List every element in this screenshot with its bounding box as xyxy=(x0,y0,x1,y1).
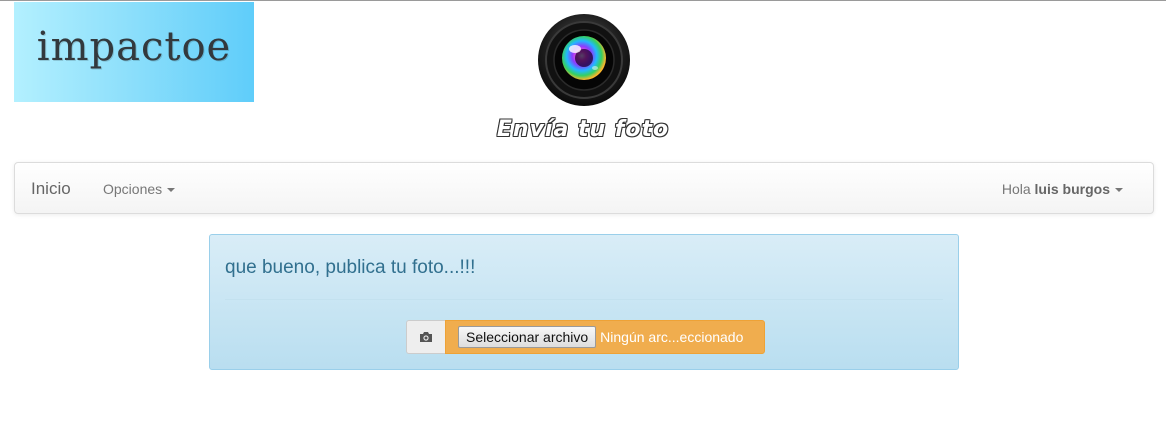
nav-options-label: Opciones xyxy=(103,181,163,197)
logo-text: impactoe xyxy=(36,24,232,70)
top-navbar: Inicio Opciones Hola luis burgos xyxy=(14,162,1154,214)
chevron-down-icon xyxy=(167,188,176,193)
file-upload-group: Seleccionar archivo Ningún arc...ecciona… xyxy=(406,320,765,354)
tagline: Envía tu foto xyxy=(496,117,670,142)
nav-options-dropdown[interactable]: Opciones xyxy=(103,181,176,197)
file-status-text: Ningún arc...eccionado xyxy=(600,329,744,345)
divider xyxy=(225,299,943,300)
upload-panel: que bueno, publica tu foto...!!! Selecci… xyxy=(209,234,959,370)
chevron-down-icon xyxy=(1115,188,1123,193)
file-input[interactable]: Seleccionar archivo Ningún arc...ecciona… xyxy=(445,320,765,354)
user-menu-dropdown[interactable]: Hola luis burgos xyxy=(1002,181,1123,197)
select-file-button[interactable]: Seleccionar archivo xyxy=(458,326,597,348)
camera-lens-icon xyxy=(537,13,631,107)
site-logo[interactable]: impactoe xyxy=(14,2,254,102)
nav-brand-inicio[interactable]: Inicio xyxy=(31,179,71,199)
greeting-text: Hola xyxy=(1001,181,1031,197)
username: luis burgos xyxy=(1034,181,1110,197)
camera-icon xyxy=(406,320,445,354)
panel-message: que bueno, publica tu foto...!!! xyxy=(225,257,476,278)
